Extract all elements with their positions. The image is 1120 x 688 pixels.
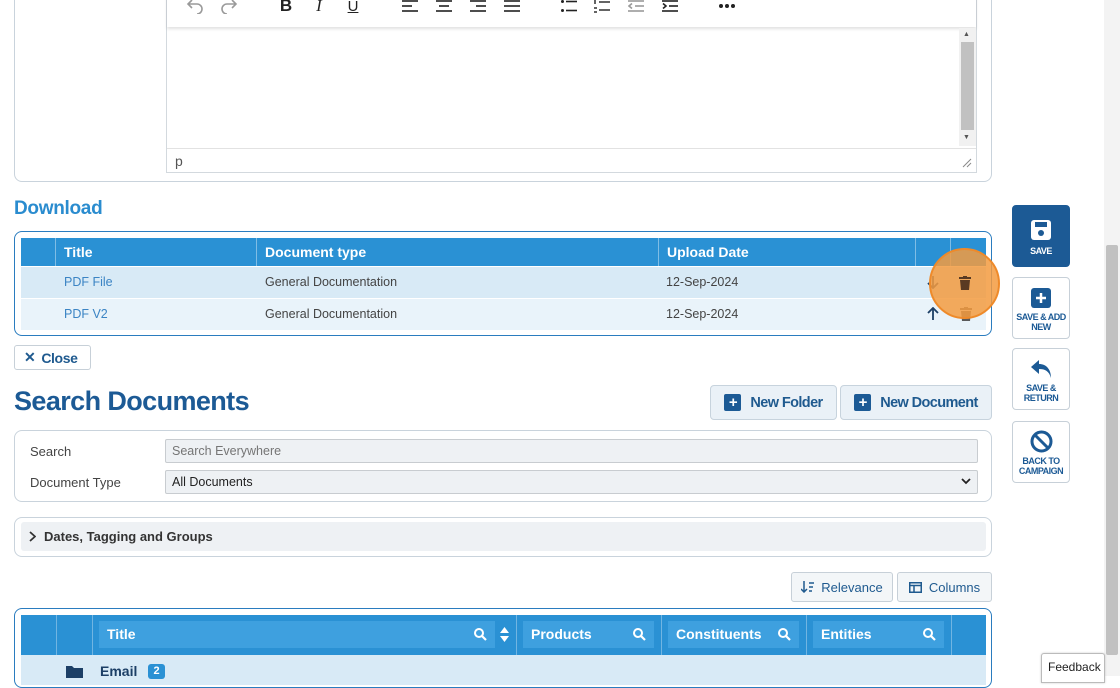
constituents-header-label: Constituents — [676, 626, 762, 642]
new-document-button[interactable]: + New Document — [840, 385, 992, 420]
search-label: Search — [30, 444, 72, 459]
save-add-new-button[interactable]: SAVE & ADD NEW — [1012, 277, 1070, 339]
columns-icon — [908, 581, 922, 593]
trash-icon[interactable] — [959, 276, 971, 290]
accordion-dates-tagging[interactable]: Dates, Tagging and Groups — [21, 522, 986, 551]
count-badge: 2 — [148, 664, 165, 679]
resize-handle-icon[interactable] — [962, 158, 972, 168]
title-header-label: Title — [107, 626, 136, 642]
page-scroll-thumb[interactable] — [1106, 245, 1118, 655]
new-folder-label: New Folder — [750, 394, 823, 411]
doc-title-link[interactable]: PDF V2 — [56, 299, 108, 330]
redo-icon[interactable] — [217, 0, 241, 17]
columns-button[interactable]: Columns — [897, 572, 992, 602]
document-type-select[interactable]: All Documents — [165, 470, 978, 494]
indent-icon[interactable] — [658, 0, 682, 17]
more-icon[interactable] — [715, 0, 739, 17]
constituents-filter[interactable]: Constituents — [668, 621, 799, 648]
editor-scroll-thumb[interactable] — [961, 42, 974, 130]
sort-icon — [801, 581, 815, 593]
products-header-label: Products — [531, 626, 592, 642]
plus-square-icon — [1031, 288, 1051, 308]
scroll-down-icon[interactable]: ▼ — [963, 134, 970, 141]
search-icon[interactable] — [778, 628, 791, 641]
plus-icon: + — [724, 394, 742, 411]
search-input[interactable] — [165, 439, 978, 463]
col-actions — [951, 615, 986, 655]
underline-icon[interactable]: U — [341, 0, 365, 17]
table-row[interactable]: Email 2 — [21, 655, 986, 685]
back-to-campaign-label: BACK TO CAMPAIGN — [1018, 456, 1064, 476]
feedback-label: Feedback — [1048, 660, 1101, 674]
folder-name[interactable]: Email — [100, 663, 137, 679]
search-icon[interactable] — [633, 628, 646, 641]
title-filter[interactable]: Title — [99, 621, 495, 648]
align-justify-icon[interactable] — [500, 0, 524, 17]
doc-date: 12-Sep-2024 — [666, 307, 739, 321]
plus-icon: + — [854, 394, 872, 411]
new-folder-button[interactable]: + New Folder — [710, 385, 837, 420]
accordion-label: Dates, Tagging and Groups — [44, 529, 213, 544]
scroll-up-icon[interactable]: ▲ — [963, 31, 970, 38]
results-grid-header: Title Products Constituents Entities — [21, 615, 986, 655]
col-upload-date[interactable]: Upload Date — [658, 238, 916, 266]
save-icon — [1031, 220, 1051, 240]
editor-status-bar — [167, 148, 976, 172]
doc-date: 12-Sep-2024 — [666, 275, 739, 289]
bold-icon[interactable]: B — [274, 0, 298, 17]
move-up-icon[interactable] — [927, 307, 939, 321]
search-icon[interactable] — [474, 628, 487, 641]
table-row[interactable]: PDF File General Documentation 12-Sep-20… — [21, 267, 986, 298]
save-button[interactable]: SAVE — [1012, 205, 1070, 267]
italic-icon[interactable]: I — [307, 0, 331, 17]
page-title: Search Documents — [14, 386, 250, 416]
columns-label: Columns — [928, 579, 981, 595]
download-title: Download — [14, 198, 103, 219]
products-filter[interactable]: Products — [523, 621, 654, 648]
feedback-button[interactable]: Feedback — [1041, 653, 1105, 683]
editor-toolbar: B I U — [167, 0, 976, 27]
save-add-new-label: SAVE & ADD NEW — [1016, 312, 1066, 332]
col-folder — [56, 615, 92, 655]
relevance-label: Relevance — [821, 579, 883, 595]
save-return-label: SAVE & RETURN — [1023, 383, 1059, 403]
align-right-icon[interactable] — [466, 0, 490, 17]
document-type-label: Document Type — [30, 475, 121, 490]
document-type-value: All Documents — [172, 475, 253, 489]
cancel-icon — [1030, 430, 1053, 453]
doc-title-link[interactable]: PDF File — [56, 267, 113, 298]
new-document-label: New Document — [880, 394, 978, 411]
download-table-header: Title Document type Upload Date — [21, 238, 986, 266]
close-label: Close — [41, 349, 78, 366]
align-left-icon[interactable] — [398, 0, 422, 17]
col-document-type[interactable]: Document type — [256, 238, 658, 266]
entities-header-label: Entities — [821, 626, 872, 642]
close-button[interactable]: ✕ Close — [14, 345, 91, 370]
table-row[interactable]: PDF V2 General Documentation 12-Sep-2024 — [21, 299, 986, 330]
col-title[interactable]: Title — [55, 238, 257, 266]
close-icon: ✕ — [24, 349, 36, 365]
align-center-icon[interactable] — [432, 0, 456, 17]
relevance-sort-button[interactable]: Relevance — [791, 572, 893, 602]
search-icon[interactable] — [923, 628, 936, 641]
back-to-campaign-button[interactable]: BACK TO CAMPAIGN — [1012, 421, 1070, 483]
sort-toggle-icon[interactable] — [500, 627, 509, 642]
save-label: SAVE — [1030, 246, 1052, 256]
entities-filter[interactable]: Entities — [813, 621, 944, 648]
outdent-icon[interactable] — [624, 0, 648, 17]
doc-type: General Documentation — [265, 275, 398, 289]
doc-type: General Documentation — [265, 307, 398, 321]
save-return-button[interactable]: SAVE & RETURN — [1012, 348, 1070, 410]
reply-icon — [1030, 359, 1052, 379]
bullet-list-icon[interactable] — [557, 0, 581, 17]
element-path[interactable]: p — [175, 153, 183, 169]
numbered-list-icon[interactable] — [590, 0, 614, 17]
undo-icon[interactable] — [183, 0, 207, 17]
chevron-down-icon — [961, 478, 971, 485]
chevron-right-icon — [29, 531, 36, 542]
